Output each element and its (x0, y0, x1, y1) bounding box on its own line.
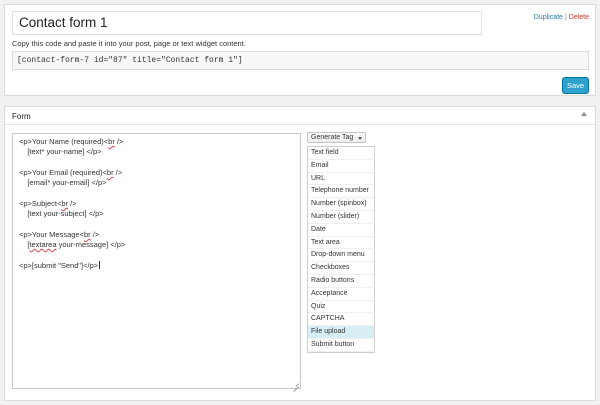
shortcode-field[interactable]: [contact-form-7 id="87" title="Contact f… (12, 51, 589, 70)
form-title-input[interactable]: Contact form 1 (12, 11, 482, 35)
code-line: <p>Subject<br /> (19, 199, 77, 208)
dropdown-item[interactable]: Text field (308, 147, 374, 160)
form-editor-panel: Form <p>Your Name (required)<br /> [text… (4, 106, 596, 401)
code-line: [textarea your-message] </p> (19, 240, 126, 249)
code-line: [text your-subject] </p> (19, 209, 104, 218)
dropdown-item[interactable]: Radio buttons (308, 275, 374, 288)
dropdown-item[interactable]: Number (slider) (308, 211, 374, 224)
chevron-down-icon (358, 137, 362, 140)
code-line: <p>Your Message<br /> (19, 230, 100, 239)
shortcode-instruction: Copy this code and paste it into your po… (12, 39, 246, 48)
dropdown-item[interactable]: File upload (308, 326, 374, 339)
dropdown-item[interactable]: CAPTCHA (308, 313, 374, 327)
collapse-arrow-icon[interactable] (581, 112, 587, 116)
code-line: <p>Your Name (required)<br /> (19, 137, 124, 146)
code-line: [email* your-email] </p> (19, 178, 107, 187)
dropdown-item[interactable]: Acceptance (308, 288, 374, 301)
dropdown-item[interactable]: Drop-down menu (308, 249, 374, 263)
dropdown-item[interactable]: Checkboxes (308, 262, 374, 275)
save-button[interactable]: Save (562, 77, 589, 94)
code-line: <p>[submit "Send"]</p> (19, 261, 101, 270)
dropdown-item[interactable]: Quiz (308, 301, 374, 314)
generate-tag-label: Generate Tag (311, 134, 354, 141)
dropdown-item[interactable]: Date (308, 224, 374, 237)
delete-link[interactable]: Delete (569, 14, 589, 21)
resize-grip-icon[interactable] (293, 381, 299, 387)
duplicate-link[interactable]: Duplicate (534, 14, 563, 21)
dropdown-item[interactable]: Text area (308, 237, 374, 250)
dropdown-item[interactable]: URL (308, 173, 374, 186)
form-settings-panel: Contact form 1 Duplicate | Delete Copy thi… (4, 4, 596, 96)
code-line: [text* your-name] </p> (19, 147, 102, 156)
form-template-textarea[interactable]: <p>Your Name (required)<br /> [text* you… (12, 133, 301, 389)
dropdown-item[interactable]: Number (spinbox) (308, 198, 374, 211)
generate-tag-dropdown: Text field Email URL Telephone number Number… (307, 146, 375, 353)
dropdown-item[interactable]: Telephone number (308, 185, 374, 199)
code-line: <p>Your Email (required)<br /> (19, 168, 123, 177)
dropdown-item[interactable]: Submit button (308, 339, 374, 352)
form-panel-header[interactable]: Form (5, 107, 595, 125)
generate-tag-button[interactable]: Generate Tag (307, 132, 366, 143)
form-actions: Duplicate | Delete (534, 13, 589, 23)
text-caret (99, 261, 101, 269)
dropdown-item[interactable]: Email (308, 160, 374, 173)
form-panel-title: Form (12, 112, 31, 121)
